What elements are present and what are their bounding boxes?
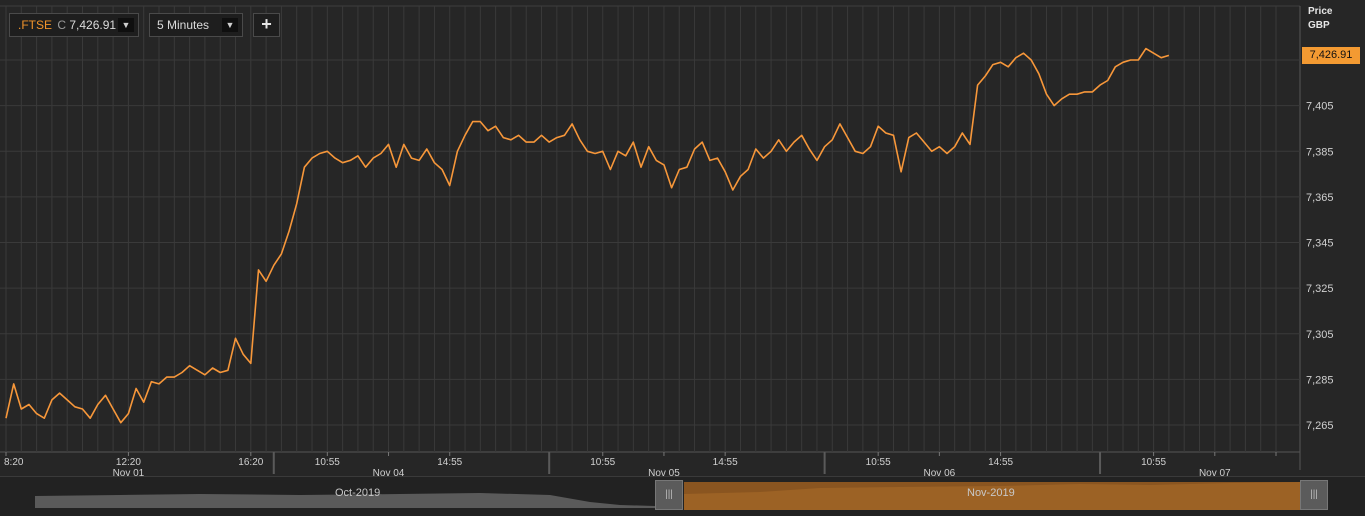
x-date-label: Nov 04 xyxy=(373,468,405,476)
ticker-last-price: 7,426.91 xyxy=(69,18,117,32)
y-tick-label: 7,345 xyxy=(1306,238,1334,250)
x-axis-ticks: 8:20 12:20Nov 01 16:20 10:55 Nov 04 14:55 10:5… xyxy=(4,452,1277,476)
ticker-symbol: .FTSE xyxy=(18,18,53,32)
y-tick-label: 7,325 xyxy=(1306,283,1334,295)
x-date-label: Nov 06 xyxy=(924,468,956,476)
navigator-left-handle[interactable]: ||| xyxy=(655,480,683,510)
navigator-right-handle[interactable]: ||| xyxy=(1300,480,1328,510)
x-tick-label: 14:55 xyxy=(988,457,1013,468)
x-date-label: Nov 05 xyxy=(648,468,680,476)
ticker-selector[interactable]: .FTSE C 7,426.91 ▼ xyxy=(9,13,139,37)
x-tick-label: 16:20 xyxy=(238,457,263,468)
plot-area xyxy=(0,0,1300,452)
y-axis-title: Price xyxy=(1308,6,1333,17)
y-axis-currency: GBP xyxy=(1308,20,1330,31)
y-tick-label: 7,265 xyxy=(1306,420,1334,432)
y-tick-label: 7,305 xyxy=(1306,329,1334,341)
x-tick-label: 10:55 xyxy=(315,457,340,468)
current-price-tag: 7,426.91 xyxy=(1302,47,1360,64)
x-tick-label: 10:55 xyxy=(866,457,891,468)
y-tick-label: 7,285 xyxy=(1306,374,1334,386)
chevron-down-icon[interactable]: ▼ xyxy=(118,18,134,32)
chevron-down-icon[interactable]: ▼ xyxy=(222,18,238,32)
navigator-month-oct: Oct-2019 xyxy=(335,487,381,499)
interval-selector[interactable]: 5 Minutes ▼ xyxy=(149,13,243,37)
y-tick-label: 7,385 xyxy=(1306,146,1334,158)
y-tick-label: 7,405 xyxy=(1306,101,1334,113)
x-tick-label: 14:55 xyxy=(713,457,738,468)
interval-label: 5 Minutes xyxy=(157,18,210,32)
x-date-label: Nov 01 xyxy=(113,468,145,476)
navigator-month-nov: Nov-2019 xyxy=(967,487,1015,499)
plus-icon: + xyxy=(261,14,272,34)
y-tick-label: 7,365 xyxy=(1306,192,1334,204)
x-tick-label: 12:20 xyxy=(116,457,141,468)
x-tick-label: 10:55 xyxy=(590,457,615,468)
x-tick-label: 10:55 xyxy=(1141,457,1166,468)
x-tick-label: 8:20 xyxy=(4,457,24,468)
add-series-button[interactable]: + xyxy=(253,13,280,37)
close-flag: C xyxy=(57,18,67,32)
x-date-label: Nov 07 xyxy=(1199,468,1231,476)
x-tick-label: 14:55 xyxy=(437,457,462,468)
y-axis-ticks: 7,265 7,285 7,305 7,325 7,345 7,365 7,385 7,405 xyxy=(1306,101,1334,432)
price-chart[interactable]: 7,265 7,285 7,305 7,325 7,345 7,365 7,385 7,405… xyxy=(0,0,1365,476)
